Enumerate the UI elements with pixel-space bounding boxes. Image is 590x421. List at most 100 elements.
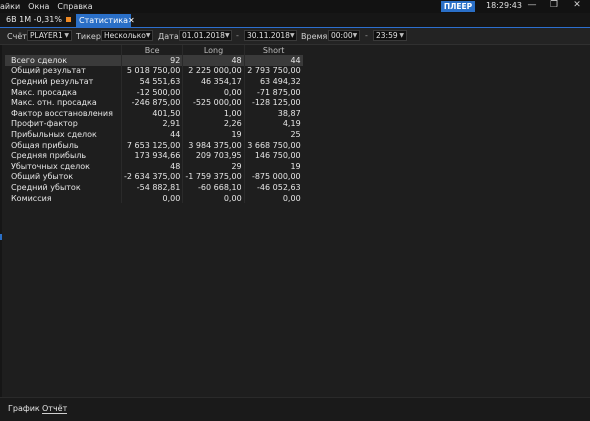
table-row[interactable]: Общая прибыль 7 653 125,00 3 984 375,00 3 6… [5,139,303,151]
table-row[interactable]: Средний результат 54 551,63 46 354,17 63 49… [5,76,303,87]
cell-short: -46 052,63 [243,182,303,193]
statistics-panel: Все Long Short Всего сделок 92 48 44 Общий р… [5,45,589,397]
cell-long: 2,26 [182,118,245,130]
account-value: PLAYER1 [30,31,63,40]
minimize-icon[interactable]: — [525,0,539,10]
cell-short: 19 [243,160,303,172]
date-label: Дата [158,32,179,41]
cell-short: 25 [243,129,303,140]
cell-short: -128 125,00 [243,97,303,108]
tab-chart[interactable]: График [8,404,40,413]
date-from-picker[interactable]: 01.01.2018 ▼ [179,30,232,41]
statistics-table: Все Long Short Всего сделок 92 48 44 Общий р… [5,45,303,204]
ticker-select[interactable]: Несколько ▼ [101,30,153,41]
menu-item-help[interactable]: Справка [57,2,92,11]
cell-all: 5 018 750,00 [120,65,183,77]
table-row[interactable]: Профит-фактор 2,91 2,26 4,19 [5,118,303,130]
table-row[interactable]: Макс. просадка -12 500,00 0,00 -71 875,00 [5,86,303,98]
chevron-down-icon: ▼ [399,32,404,39]
filter-bar: Счёт PLAYER1 ▼ Тикер Несколько ▼ Дата 01… [0,28,590,45]
cell-short: 38,87 [243,107,303,119]
chevron-down-icon: ▼ [64,32,69,39]
ticker-label: Тикер [76,32,101,41]
table-row[interactable]: Прибыльных сделок 44 19 25 [5,129,303,140]
date-from-value: 01.01.2018 [182,31,225,40]
chevron-down-icon: ▼ [352,32,358,39]
row-label: Общий результат [11,66,86,76]
tab-report[interactable]: Отчёт [42,404,68,414]
date-separator: - [236,31,239,40]
table-row[interactable]: Макс. отн. просадка -246 875,00 -525 000,0… [5,97,303,108]
tab-label: 6B 1M -0,31% [6,15,62,24]
account-select[interactable]: PLAYER1 ▼ [27,30,72,41]
table-row[interactable]: Общий убыток -2 634 375,00 -1 759 375,00 -8… [5,171,303,183]
row-label: Профит-фактор [11,119,78,129]
time-separator: - [365,31,368,40]
cell-short: -875 000,00 [243,171,303,183]
row-label: Общий убыток [11,172,74,182]
table-row[interactable]: Комиссия 0,00 0,00 0,00 [5,192,303,204]
column-header-all[interactable]: Все [120,45,183,55]
table-row[interactable]: Всего сделок 92 48 44 [5,55,303,66]
cell-all: 0,00 [120,192,183,204]
close-tab-icon[interactable]: ✕ [128,16,135,25]
cell-long: 46 354,17 [182,76,245,87]
header-label-column [5,45,122,55]
close-icon[interactable]: ✕ [570,0,584,10]
tab-chart-6b[interactable]: 6B 1M -0,31% [6,15,71,24]
cell-all: 173 934,66 [120,150,183,161]
menu-item-windows[interactable]: Окна [28,2,49,11]
bottom-tab-bar: График Отчёт [0,397,590,421]
tab-statistics[interactable]: Статистика ✕ [76,14,135,27]
cell-long: 2 225 000,00 [182,65,245,77]
row-label: Макс. просадка [11,87,77,97]
table-row[interactable]: Средняя прибыль 173 934,66 209 703,95 146 7… [5,150,303,161]
cell-short: 146 750,00 [243,150,303,161]
cell-all: -246 875,00 [120,97,183,108]
table-row[interactable]: Фактор восстановления 401,50 1,00 38,87 [5,107,303,119]
row-label: Средний результат [11,76,94,86]
cell-long: -525 000,00 [182,97,245,108]
cell-short: 4,19 [243,118,303,130]
cell-long: 0,00 [182,192,245,204]
chevron-down-icon: ▼ [289,32,295,39]
date-to-value: 30.11.2018 [247,31,290,40]
tab-marker-icon [65,17,71,22]
menu-item-tools[interactable]: Пайки [0,2,20,11]
cell-short: 3 668 750,00 [243,139,303,151]
chevron-down-icon: ▼ [145,32,151,39]
restore-icon[interactable]: ❐ [547,0,561,10]
column-header-short[interactable]: Short [243,45,303,55]
tab-label: Статистика [79,16,128,25]
table-row[interactable]: Средний убыток -54 882,81 -60 668,10 -46 05… [5,182,303,193]
player-button[interactable]: ПЛЕЕР [441,1,475,12]
cell-long: 0,00 [182,86,245,98]
cell-short: 2 793 750,00 [243,65,303,77]
row-label: Фактор восстановления [11,108,113,118]
cell-long: 3 984 375,00 [182,139,245,151]
ticker-value: Несколько [104,31,146,40]
table-header: Все Long Short [5,45,303,55]
cell-all: 401,50 [120,107,183,119]
cell-all: 48 [120,160,183,172]
cell-short: 0,00 [243,192,303,204]
account-label: Счёт [7,32,27,41]
chevron-down-icon: ▼ [224,32,230,39]
cell-long: -1 759 375,00 [182,171,245,183]
cell-all: 7 653 125,00 [120,139,183,151]
column-header-long[interactable]: Long [182,45,245,55]
table-row[interactable]: Убыточных сделок 48 29 19 [5,160,303,172]
row-label: Средняя прибыль [11,151,87,161]
time-label: Время [301,32,328,41]
time-to-value: 23:59 [376,31,398,40]
menu-list: Пайки Окна Справка [0,2,101,11]
row-label: Макс. отн. просадка [11,98,97,108]
menu-bar: Пайки Окна Справка ПЛЕЕР 18:29:43 — ❐ ✕ [0,0,590,13]
time-to-field[interactable]: 23:59 ▼ [373,30,407,41]
splitter-handle[interactable] [0,234,2,240]
table-row[interactable]: Общий результат 5 018 750,00 2 225 000,00 2… [5,65,303,77]
cell-all: -54 882,81 [120,182,183,193]
time-from-field[interactable]: 00:00 ▼ [328,30,360,41]
date-to-picker[interactable]: 30.11.2018 ▼ [244,30,297,41]
row-label: Средний убыток [11,182,81,192]
